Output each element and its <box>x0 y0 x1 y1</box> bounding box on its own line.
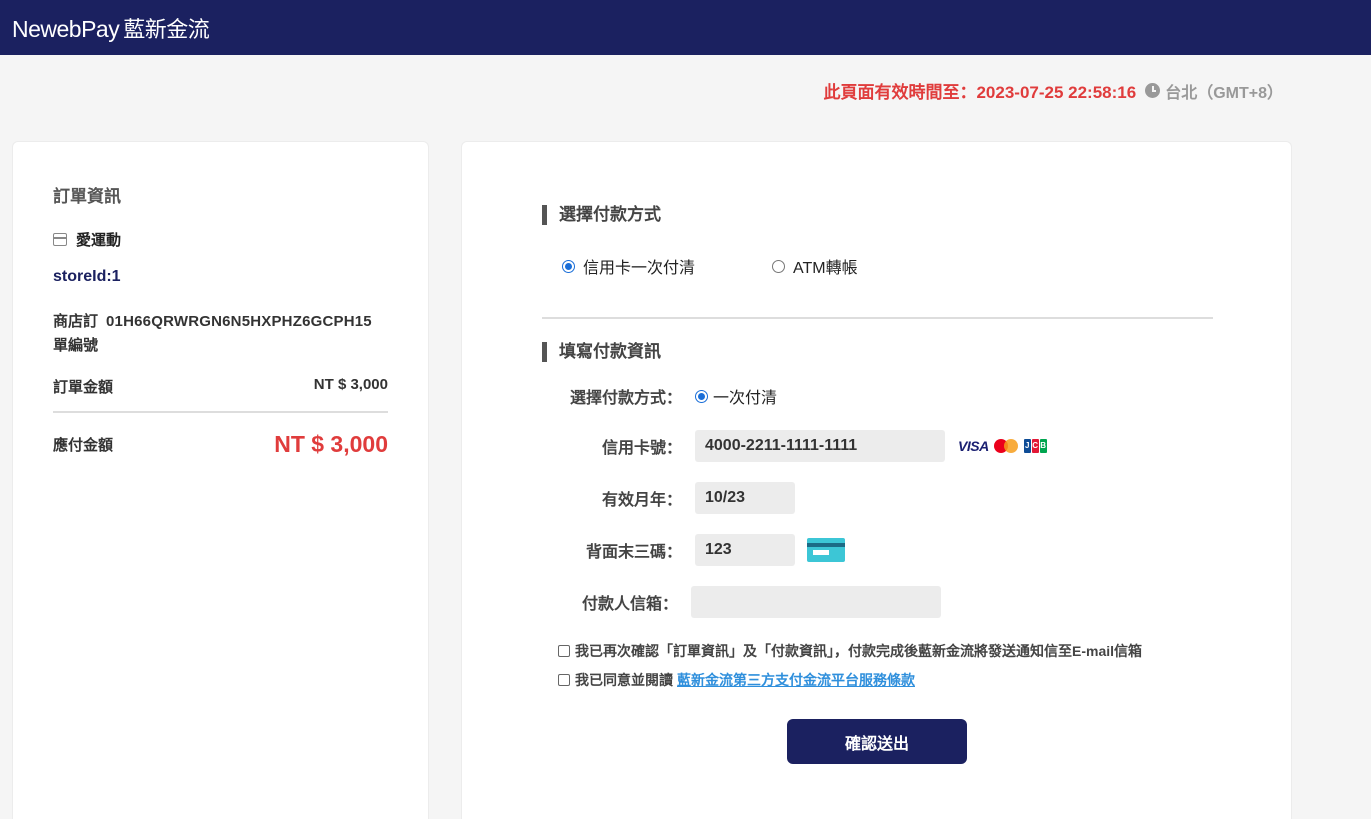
amount-due-value: NT $ 3,000 <box>274 431 388 457</box>
section-divider <box>542 317 1213 319</box>
payment-info-title: 填寫付款資訊 <box>542 342 661 362</box>
store-name-row: 愛運動 <box>53 229 388 250</box>
agree-terms-text: 我已同意並閱讀 <box>575 672 673 688</box>
submit-button[interactable]: 確認送出 <box>787 719 967 764</box>
top-bar: NewebPay 藍新金流 <box>0 0 1371 55</box>
agree-terms-checkbox[interactable] <box>558 674 570 686</box>
method-credit-card-label[interactable]: 信用卡一次付清 <box>583 254 695 278</box>
mastercard-icon <box>993 439 1018 453</box>
confirm-info-text: 我已再次確認「訂單資訊」及「付款資訊」，付款完成後藍新金流將發送通知信至E-ma… <box>575 643 1143 659</box>
timezone-label: 台北（GMT+8） <box>1165 84 1283 102</box>
amount-due-label: 應付金額 <box>53 437 114 454</box>
page-expiry-notice: 此頁面有效時間至：2023-07-25 22:58:16 台北（GMT+8） <box>823 78 1283 103</box>
terms-link[interactable]: 藍新金流第三方支付金流平台服務條款 <box>677 670 915 690</box>
visa-icon: VISA <box>958 438 989 454</box>
payer-email-input[interactable] <box>691 586 941 618</box>
cvv-card-back-icon <box>807 538 845 562</box>
method-credit-card[interactable]: 信用卡一次付清 <box>562 254 695 278</box>
installment-type-row: 選擇付款方式： 一次付清 <box>462 384 777 408</box>
expiry-label: 此頁面有效時間至：2023-07-25 22:58:16 <box>823 83 1137 102</box>
store-icon <box>53 233 67 246</box>
card-number-row: 信用卡號： 4000-2211-1111-1111 VISA JCB <box>462 430 1048 462</box>
amount-due-row: 應付金額 NT $ 3,000 <box>53 431 388 458</box>
brand-name-en: NewebPay <box>12 15 120 42</box>
cvv-row: 背面末三碼： 123 <box>462 534 845 566</box>
order-amount-label: 訂單金額 <box>53 379 114 396</box>
installment-once-label[interactable]: 一次付清 <box>713 384 777 408</box>
confirm-info-row: 我已再次確認「訂單資訊」及「付款資訊」，付款完成後藍新金流將發送通知信至E-ma… <box>558 641 1142 661</box>
payment-method-options: 信用卡一次付清 ATM轉帳 <box>562 254 858 278</box>
expiry-date-label: 有效月年： <box>601 492 682 509</box>
payment-method-title: 選擇付款方式 <box>542 205 661 225</box>
brand-name-cn: 藍新金流 <box>123 16 210 42</box>
expiry-date-input[interactable]: 10/23 <box>695 482 795 514</box>
store-id: storeId:1 <box>53 268 121 285</box>
order-info-card: 訂單資訊 愛運動 storeId:1 商店訂單編號 01H66QRWRGN6N5… <box>12 141 429 819</box>
order-amount-row: 訂單金額 NT $ 3,000 <box>53 376 388 413</box>
jcb-icon: JCB <box>1023 439 1048 453</box>
installment-once-radio[interactable] <box>695 389 708 403</box>
card-number-input[interactable]: 4000-2211-1111-1111 <box>695 430 945 462</box>
method-credit-card-radio[interactable] <box>562 259 575 273</box>
cvv-label: 背面末三碼： <box>585 544 682 561</box>
method-atm-label[interactable]: ATM轉帳 <box>793 254 858 278</box>
card-number-label: 信用卡號： <box>601 440 682 457</box>
cvv-input[interactable]: 123 <box>695 534 795 566</box>
order-info-title: 訂單資訊 <box>53 187 121 206</box>
confirm-info-checkbox[interactable] <box>558 645 570 657</box>
order-number-label: 商店訂單編號 <box>53 313 99 354</box>
order-number-value: 01H66QRWRGN6N5HXPHZ6GCPH15 <box>106 313 372 330</box>
clock-icon <box>1145 83 1161 98</box>
expiry-date-row: 有效月年： 10/23 <box>462 482 795 514</box>
agree-terms-row: 我已同意並閱讀 藍新金流第三方支付金流平台服務條款 <box>558 670 915 690</box>
store-name: 愛運動 <box>76 232 122 249</box>
card-brand-logos: VISA JCB <box>958 438 1048 454</box>
payment-card: 選擇付款方式 信用卡一次付清 ATM轉帳 填寫付款資訊 選擇付款方式： 一次付清… <box>461 141 1292 819</box>
method-atm[interactable]: ATM轉帳 <box>772 254 858 278</box>
method-atm-radio[interactable] <box>772 259 786 273</box>
payer-email-label: 付款人信箱： <box>581 596 678 613</box>
order-amount-value: NT $ 3,000 <box>313 376 388 393</box>
installment-type-label: 選擇付款方式： <box>569 390 682 407</box>
payer-email-row: 付款人信箱： <box>462 586 941 618</box>
brand-logo: NewebPay 藍新金流 <box>12 12 210 44</box>
order-number-row: 商店訂單編號 01H66QRWRGN6N5HXPHZ6GCPH15 <box>53 310 388 358</box>
